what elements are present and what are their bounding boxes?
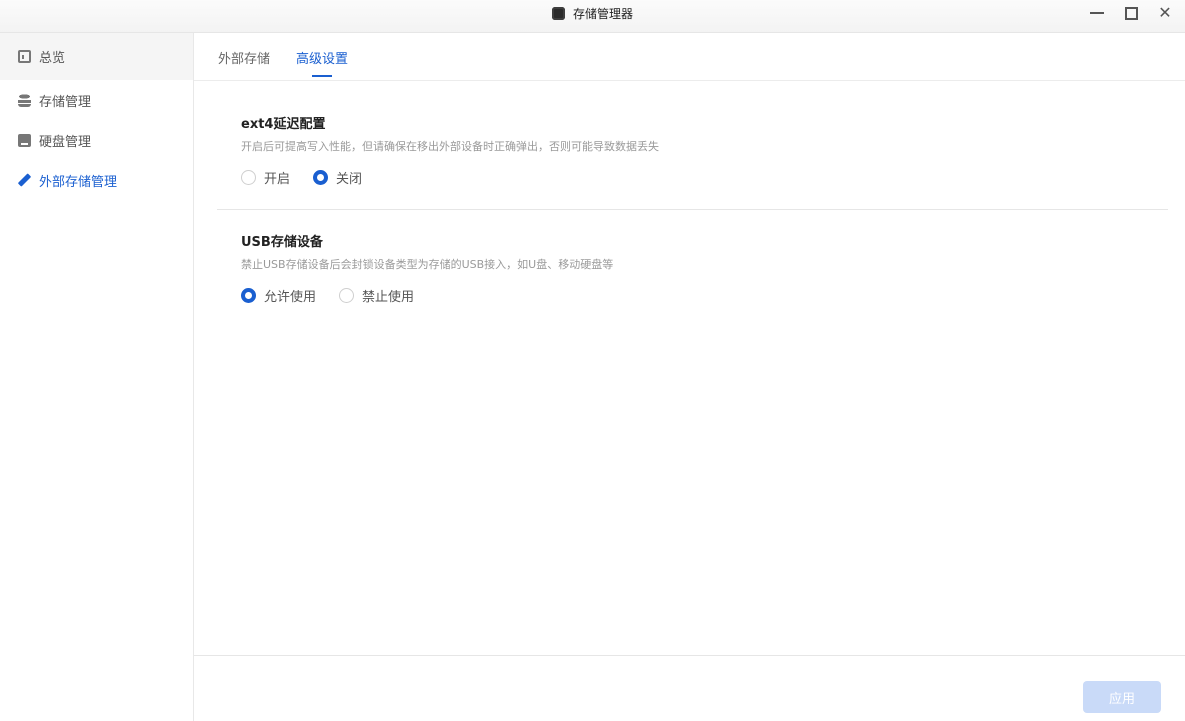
option-label: 关闭	[336, 172, 363, 187]
usb-allow-option[interactable]: 允许使用	[241, 286, 316, 305]
sidebar-item-label: 总览	[39, 51, 66, 66]
section-description: 禁止USB存储设备后会封锁设备类型为存储的USB接入，如U盘、移动硬盘等	[241, 258, 614, 271]
sidebar-item-disk[interactable]: 硬盘管理	[0, 120, 193, 160]
tab-bar: 外部存储 高级设置	[194, 33, 1185, 81]
title-bar: 存储管理器 ✕	[0, 0, 1185, 33]
radio-checked[interactable]	[313, 170, 329, 185]
storage-manager-window: 存储管理器 ✕ 总览 存储管理 硬盘管理 外部存储管理 外部存储 高级设置 ex…	[0, 0, 1185, 721]
tab-external-storage[interactable]: 外部存储	[218, 33, 270, 81]
close-button[interactable]: ✕	[1157, 3, 1173, 23]
ext4-delay-section: ext4延迟配置 开启后可提高写入性能，但请确保在移出外部设备时正确弹出，否则可…	[217, 113, 1168, 210]
section-title: USB存储设备	[241, 235, 323, 250]
main-content: 外部存储 高级设置 ext4延迟配置 开启后可提高写入性能，但请确保在移出外部设…	[194, 33, 1185, 721]
radio-unchecked[interactable]	[241, 170, 256, 185]
usb-storage-section: USB存储设备 禁止USB存储设备后会封锁设备类型为存储的USB接入，如U盘、移…	[217, 231, 1168, 331]
usb-forbid-option[interactable]: 禁止使用	[339, 286, 414, 305]
window-controls: ✕	[1089, 3, 1173, 23]
radio-checked[interactable]	[241, 288, 256, 303]
pen-icon	[18, 174, 31, 187]
sidebar-item-external-storage[interactable]: 外部存储管理	[0, 160, 193, 200]
sidebar-item-label: 外部存储管理	[39, 174, 118, 190]
maximize-icon	[1124, 6, 1138, 20]
footer-bar: 应用	[194, 655, 1185, 721]
section-description: 开启后可提高写入性能，但请确保在移出外部设备时正确弹出，否则可能导致数据丢失	[241, 140, 659, 153]
ext4-delay-radio-group: 开启 关闭	[241, 168, 362, 187]
option-label: 允许使用	[264, 290, 317, 305]
sidebar: 总览 存储管理 硬盘管理 外部存储管理	[0, 33, 194, 721]
tab-advanced-settings[interactable]: 高级设置	[296, 33, 348, 81]
option-label: 开启	[264, 172, 291, 187]
window-title-text: 存储管理器	[572, 6, 633, 21]
storage-manager-icon	[551, 6, 565, 20]
minimize-icon	[1090, 12, 1104, 14]
storage-stack-icon	[18, 93, 31, 107]
sidebar-item-label: 存储管理	[39, 94, 92, 110]
ext4-disable-option[interactable]: 关闭	[313, 168, 362, 187]
window-title: 存储管理器	[0, 0, 1185, 26]
sidebar-item-label: 硬盘管理	[39, 134, 92, 150]
maximize-button[interactable]	[1123, 3, 1139, 23]
usb-storage-radio-group: 允许使用 禁止使用	[241, 286, 414, 305]
minimize-button[interactable]	[1089, 3, 1105, 23]
sidebar-item-storage[interactable]: 存储管理	[0, 80, 193, 120]
option-label: 禁止使用	[362, 290, 415, 305]
close-icon: ✕	[1158, 3, 1172, 22]
apply-button[interactable]: 应用	[1083, 681, 1161, 713]
radio-unchecked[interactable]	[339, 288, 355, 303]
overview-icon	[18, 50, 31, 63]
disk-icon	[18, 133, 31, 147]
ext4-enable-option[interactable]: 开启	[241, 168, 290, 187]
sidebar-item-overview[interactable]: 总览	[0, 33, 193, 80]
section-title: ext4延迟配置	[241, 117, 326, 132]
